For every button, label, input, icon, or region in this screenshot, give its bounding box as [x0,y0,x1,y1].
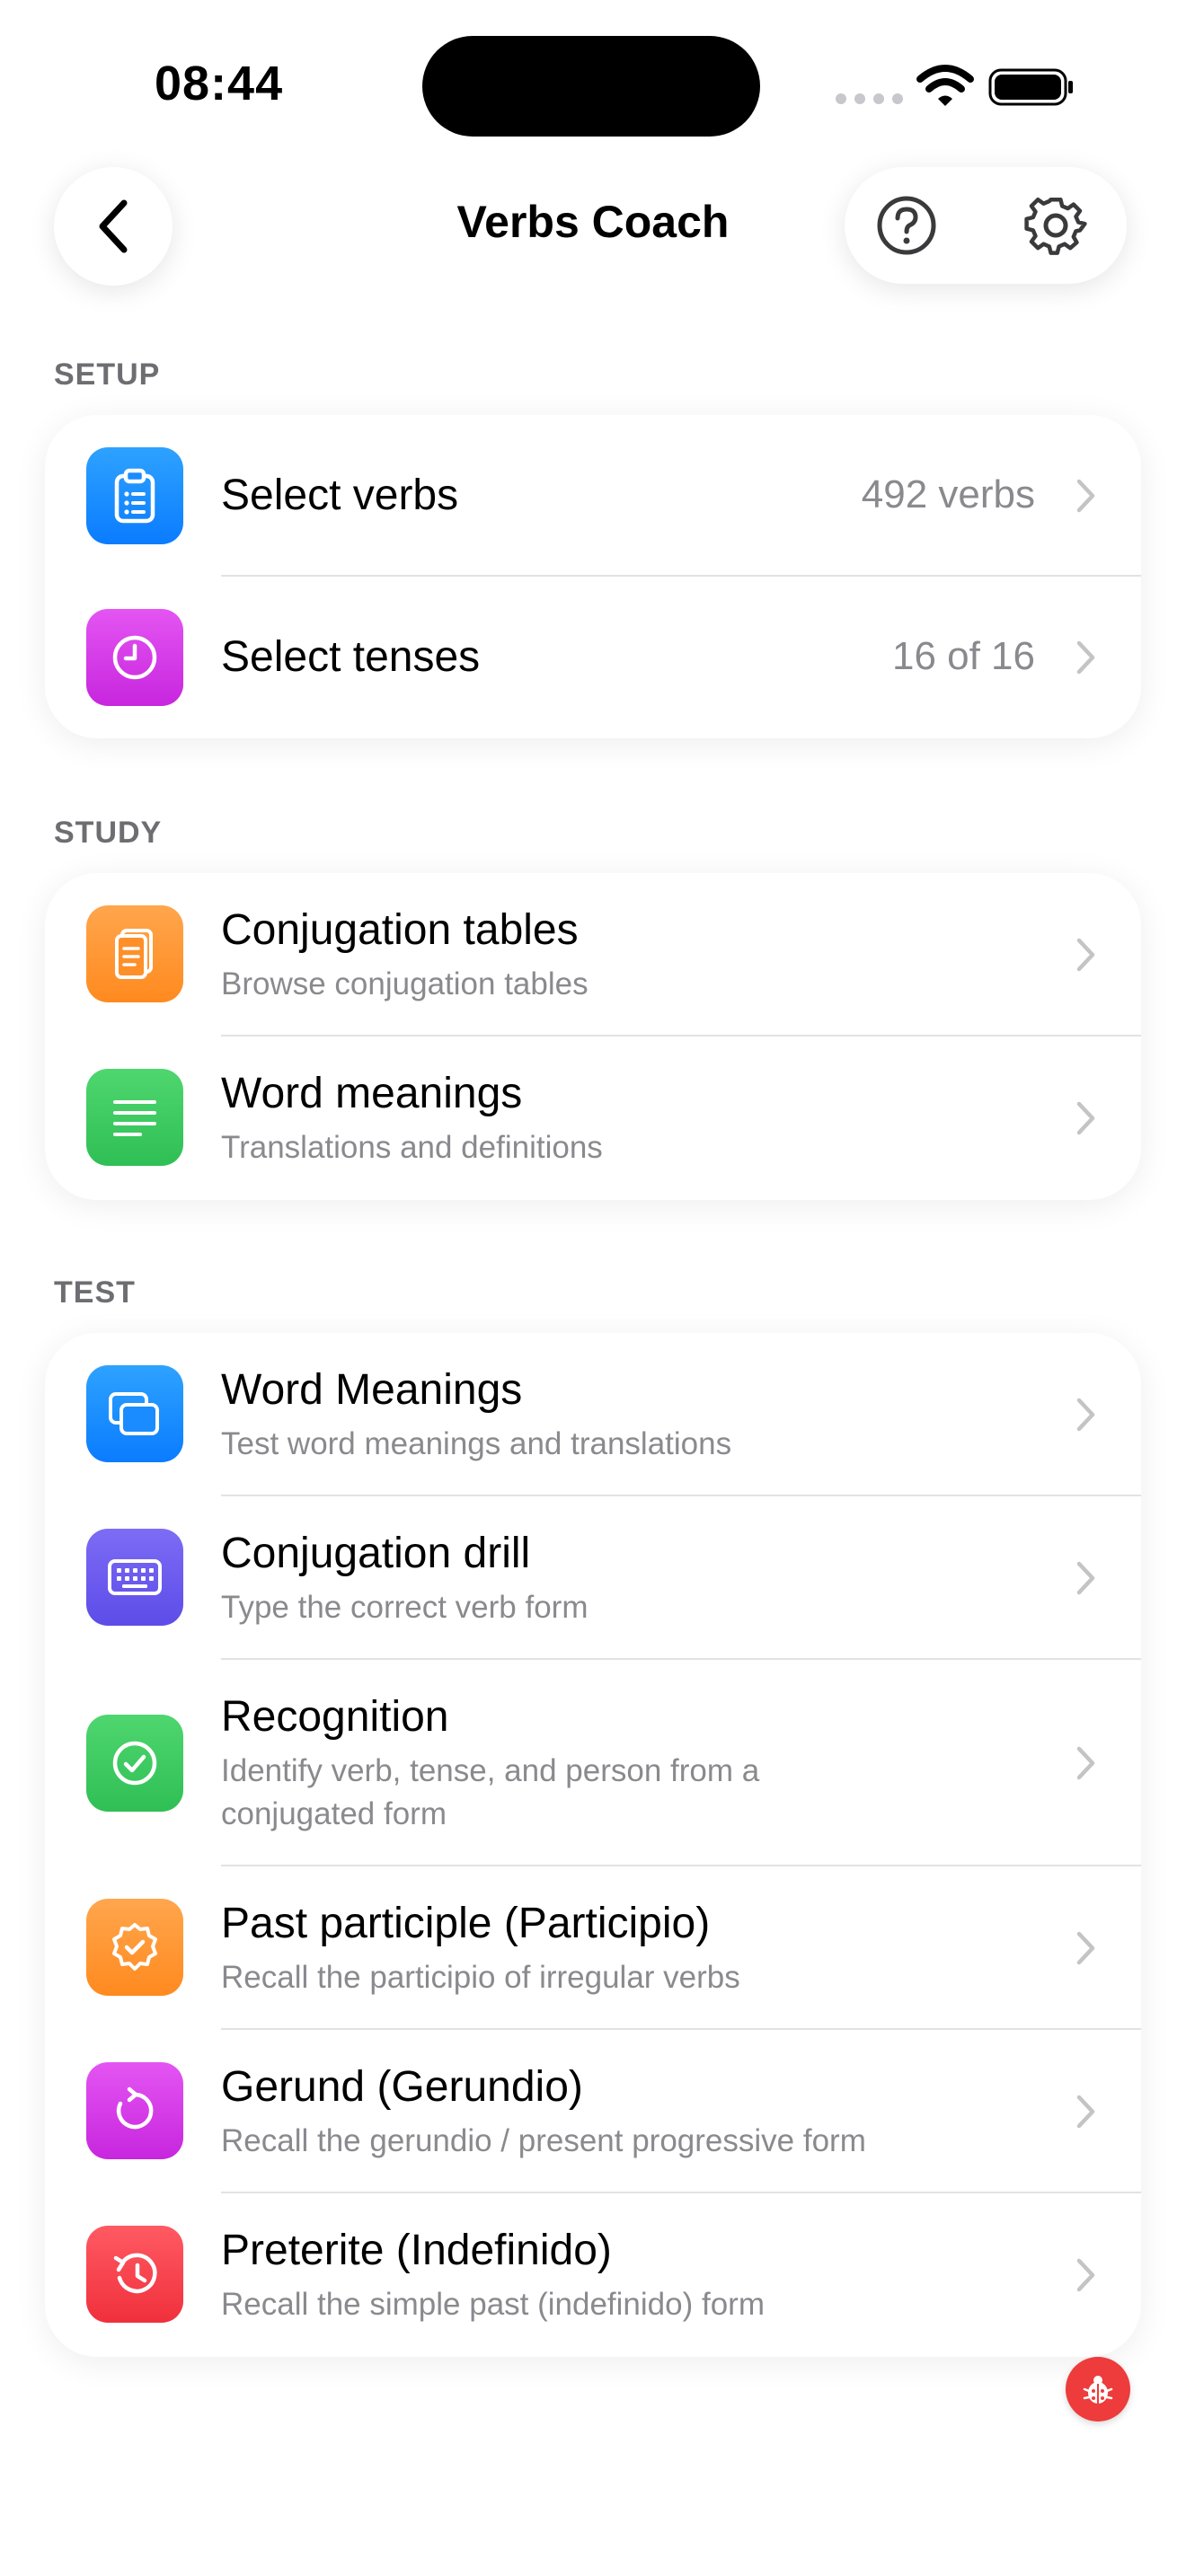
test-row-past-participle[interactable]: Past participle (Participio) Recall the … [45,1866,1141,2030]
status-time: 08:44 [155,57,284,110]
chevron-right-icon [1076,1931,1095,1965]
row-title: Word Meanings [221,1366,523,1414]
battery-icon [988,68,1073,106]
chevron-right-icon [1076,1746,1095,1780]
test-row-preterite[interactable]: Preterite (Indefinido) Recall the simple… [45,2193,1141,2357]
row-title: Word meanings [221,1070,523,1117]
row-title: Past participle (Participio) [221,1900,711,1947]
row-title: Gerund (Gerundio) [221,2063,583,2111]
row-subtitle: Browse conjugation tables [221,966,589,1001]
cellular-signal-icon [836,93,903,104]
row-title: Preterite (Indefinido) [221,2227,612,2274]
ladybug-icon [1083,2376,1113,2404]
row-subtitle: Recall the participio of irregular verbs [221,1960,740,1995]
setup-row-select-tenses[interactable]: Select tenses 16 of 16 [45,577,1141,738]
chevron-right-icon [1076,2258,1095,2292]
setup-row-select-verbs[interactable]: Select verbs 492 verbs [45,415,1141,577]
row-title: Conjugation tables [221,906,579,954]
study-card: Conjugation tables Browse conjugation ta… [45,873,1141,1200]
cards-icon [86,1365,183,1462]
setup-card: Select verbs 492 verbs Select tenses 16 … [45,415,1141,738]
arrow-clockwise-icon [86,2062,183,2159]
section-header-test: TEST [54,1275,136,1310]
keyboard-icon [86,1529,183,1626]
row-subtitle: Identify verb, tense, and person from a … [221,1753,760,1831]
test-row-word-meanings[interactable]: Word Meanings Test word meanings and tra… [45,1333,1141,1496]
clock-history-icon [86,2226,183,2323]
row-subtitle: Test word meanings and translations [221,1426,732,1461]
chevron-right-icon [1076,938,1095,972]
study-row-word-meanings[interactable]: Word meanings Translations and definitio… [45,1037,1141,1200]
chevron-right-icon [1076,479,1095,513]
row-title: Select verbs [221,472,459,519]
section-header-study: STUDY [54,816,163,850]
checkmark-circle-icon [86,1715,183,1812]
text-lines-icon [86,1069,183,1166]
chevron-right-icon [1076,1398,1095,1432]
row-subtitle: Recall the gerundio / present progressiv… [221,2123,866,2158]
tenses-count: 16 of 16 [891,634,1035,678]
chevron-right-icon [1076,1561,1095,1595]
settings-button[interactable] [1021,190,1091,260]
test-row-gerund[interactable]: Gerund (Gerundio) Recall the gerundio / … [45,2030,1141,2193]
row-title: Select tenses [221,633,481,681]
gear-icon [1024,197,1087,255]
row-title: Conjugation drill [221,1530,531,1577]
clipboard-icon [86,447,183,544]
seal-check-icon [86,1899,183,1996]
verbs-count: 492 verbs [861,472,1035,516]
dynamic-island [422,36,760,137]
row-title: Recognition [221,1693,449,1741]
chevron-right-icon [1076,2095,1095,2129]
chevron-right-icon [1076,1101,1095,1135]
row-subtitle: Translations and definitions [221,1130,603,1165]
row-subtitle: Type the correct verb form [221,1590,589,1625]
clock-icon [86,609,183,706]
row-subtitle: Recall the simple past (indefinido) form [221,2287,765,2322]
question-circle-icon [877,196,936,255]
test-row-conjugation-drill[interactable]: Conjugation drill Type the correct verb … [45,1496,1141,1660]
status-bar: 08:44 [0,0,1186,162]
chevron-right-icon [1076,640,1095,675]
test-row-recognition[interactable]: Recognition Identify verb, tense, and pe… [45,1660,1141,1866]
document-icon [86,905,183,1002]
nav-actions-group [845,167,1127,284]
debug-button[interactable] [1066,2357,1130,2422]
test-card: Word Meanings Test word meanings and tra… [45,1333,1141,2357]
help-button[interactable] [872,190,942,260]
study-row-conjugation-tables[interactable]: Conjugation tables Browse conjugation ta… [45,873,1141,1037]
section-header-setup: SETUP [54,357,161,392]
wifi-icon [916,65,974,106]
